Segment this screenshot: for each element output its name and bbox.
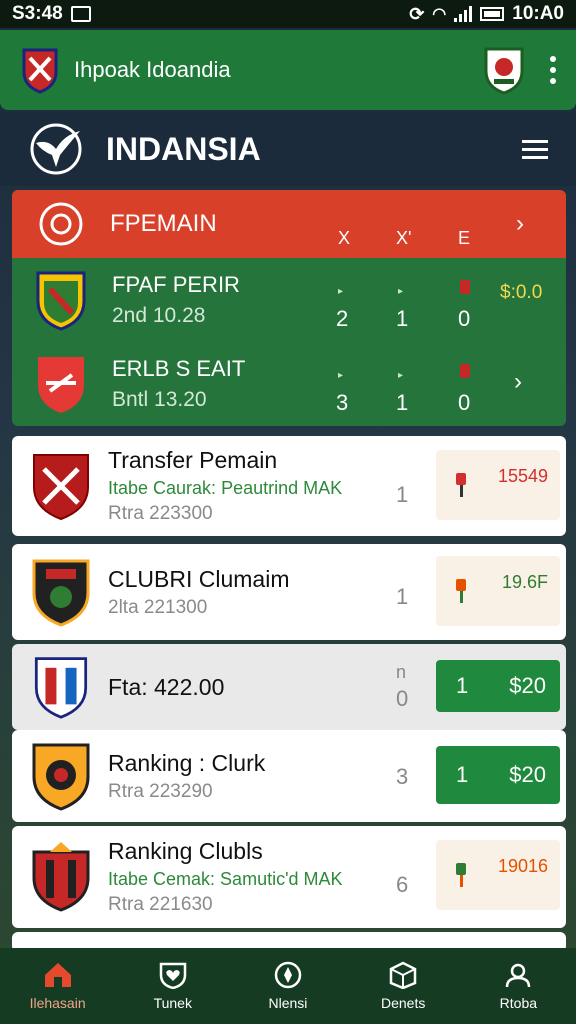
brand-header: INDANSIA (0, 112, 576, 186)
card-marker-icon (460, 280, 470, 294)
bet-button[interactable]: 1 $20 (436, 746, 560, 804)
matches-title: FPEMAIN (110, 210, 217, 237)
team-crest-icon (36, 271, 86, 331)
home-icon (44, 963, 71, 987)
profile-icon (506, 963, 531, 988)
match-row[interactable]: ERLB S EAIT Bntl 13.20 ▸ ▸ › 3 1 0 (12, 342, 566, 426)
match-team-name: FPAF PERIR (112, 272, 240, 297)
status-time-left: S3:48 (12, 3, 63, 24)
match-odds: $:0.0 (500, 282, 543, 303)
list-item[interactable]: Fta: 422.00 n 0 1 $20 (12, 644, 566, 730)
club-crest-icon (32, 559, 90, 627)
triangle-icon: ▸ (398, 286, 404, 297)
column-e: E (458, 228, 471, 248)
club-crest-icon[interactable] (20, 46, 60, 94)
item-rank: 1 (396, 584, 409, 609)
bet-count: 1 (456, 673, 469, 698)
score-e: 0 (458, 306, 471, 331)
odds-box[interactable]: 19.6F (436, 556, 560, 626)
status-time-right: 10:A0 (512, 3, 564, 24)
item-rank: 1 (396, 482, 409, 507)
bottom-navigation: Ilehasain Tunek Nlensi Denets Rtoba (0, 948, 576, 1024)
score-x2: 1 (396, 306, 409, 331)
score-x: 3 (336, 390, 349, 415)
menu-icon[interactable] (522, 139, 548, 159)
eagle-logo-icon (30, 123, 82, 175)
nav-tunek[interactable]: Tunek (118, 961, 228, 1011)
app-bar: Ihpoak Idoandia (0, 30, 576, 110)
screenshot-icon (70, 6, 91, 22)
item-rank: 3 (396, 764, 409, 789)
pin-icon (456, 473, 466, 497)
club-crest-icon (34, 657, 88, 719)
nav-home[interactable]: Ilehasain (3, 961, 113, 1011)
chevron-right-icon[interactable]: › (514, 368, 522, 396)
nav-nlensi[interactable]: Nlensi (233, 961, 343, 1011)
team-badge-icon[interactable] (482, 45, 526, 95)
list-item[interactable]: Transfer Pemain Itabe Caurak: Peautrind … (12, 436, 566, 536)
ball-icon (39, 202, 83, 246)
column-x: X (338, 228, 351, 248)
list-item[interactable]: CLUBRI Clumaim 2lta 221300 1 19.6F (12, 544, 566, 640)
card-marker-icon (460, 364, 470, 378)
odds-value: 19.6F (501, 572, 548, 592)
matches-header[interactable]: FPEMAIN X X' E › (12, 190, 566, 258)
nav-denets[interactable]: Denets (348, 961, 458, 1011)
pin-icon (456, 863, 466, 887)
odds-value: 19016 (497, 856, 548, 876)
matches-card: FPEMAIN X X' E › FPAF PERIR 2nd 10.28 ▸ … (12, 190, 566, 426)
list-item[interactable]: Ranking : Clurk Rtra 223290 3 1 $20 (12, 730, 566, 822)
team-crest-icon (38, 357, 84, 413)
signal-icon (454, 6, 473, 22)
more-options-icon[interactable] (550, 56, 556, 84)
nav-label: Tunek (153, 995, 192, 1011)
odds-box[interactable]: 19016 (436, 840, 560, 910)
triangle-icon: ▸ (338, 370, 344, 381)
match-row[interactable]: FPAF PERIR 2nd 10.28 ▸ ▸ $:0.0 2 1 0 (12, 258, 566, 342)
box-icon (389, 961, 417, 989)
score-x2: 1 (396, 390, 409, 415)
list-item[interactable]: Ranking Clubls Itabe Cemak: Samutic'd MA… (12, 826, 566, 928)
heart-shield-icon (159, 962, 187, 989)
item-rank: 6 (396, 872, 409, 897)
nav-label: Denets (380, 995, 426, 1011)
column-x2: X' (396, 228, 412, 248)
bet-amount: $20 (509, 673, 546, 698)
bet-amount: $20 (509, 762, 546, 787)
score-e: 0 (458, 390, 471, 415)
item-rank-top: n (396, 662, 407, 682)
nav-rtoba[interactable]: Rtoba (463, 961, 573, 1011)
status-bar: S3:48 ⟳ ◠ 10:A0 (0, 0, 576, 28)
nav-label: Nlensi (268, 995, 308, 1011)
score-x: 2 (336, 306, 349, 331)
match-date: 2nd 10.28 (112, 304, 206, 327)
sync-icon: ⟳ (409, 3, 425, 24)
match-date: Bntl 13.20 (112, 388, 207, 411)
compass-icon (274, 961, 302, 989)
app-title: Ihpoak Idoandia (74, 57, 231, 82)
item-rank: 0 (396, 686, 409, 711)
nav-label: Rtoba (499, 995, 538, 1011)
triangle-icon: ▸ (338, 286, 344, 297)
wifi-icon: ◠ (432, 6, 447, 23)
nav-label: Ilehasain (29, 995, 86, 1011)
brand-name: INDANSIA (106, 130, 261, 167)
odds-box[interactable]: 15549 (436, 450, 560, 520)
odds-value: 15549 (497, 466, 548, 486)
club-crest-icon (32, 842, 90, 912)
club-crest-icon (32, 743, 90, 811)
triangle-icon: ▸ (398, 370, 404, 381)
bet-button[interactable]: 1 $20 (436, 660, 560, 712)
pin-icon (456, 579, 466, 603)
chevron-right-icon[interactable]: › (516, 210, 524, 238)
battery-icon (480, 7, 505, 21)
bet-count: 1 (456, 762, 469, 787)
match-team-name: ERLB S EAIT (112, 356, 246, 381)
club-crest-icon (33, 454, 89, 521)
